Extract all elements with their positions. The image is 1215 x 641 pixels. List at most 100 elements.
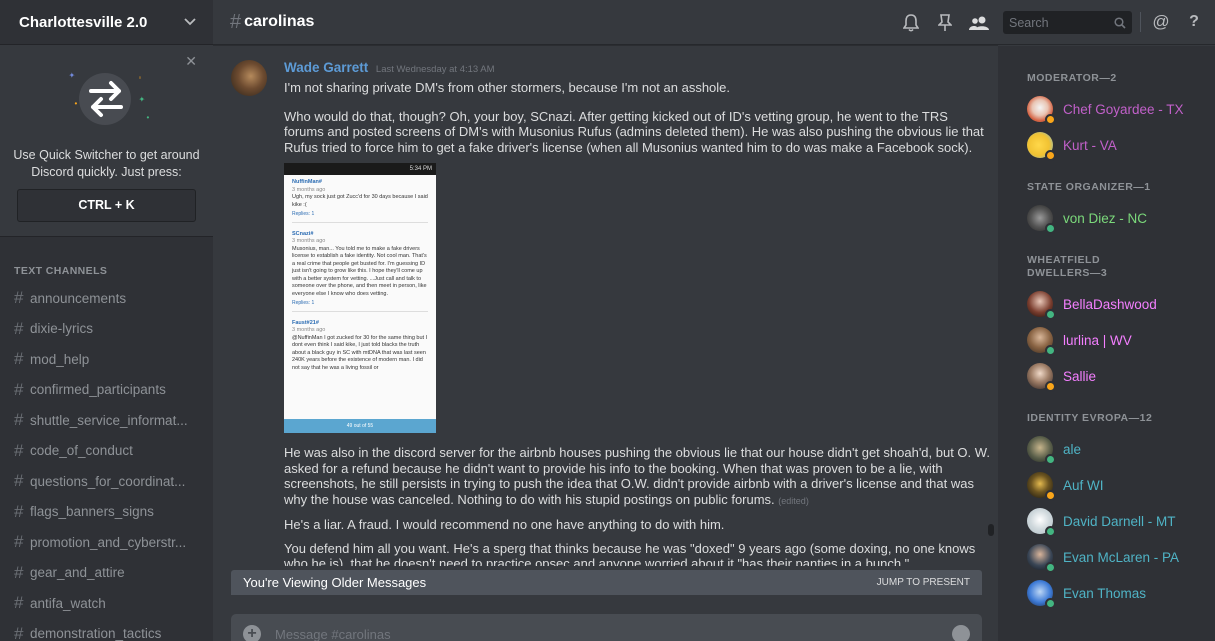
avatar[interactable] [231,60,267,96]
hash-icon: # [14,501,24,521]
role-header-identity-evropa: IDENTITY EVROPA—12 [1027,412,1153,424]
hash-icon: # [14,440,24,460]
message-text: He's a liar. A fraud. I would recommend … [284,517,725,532]
member-item[interactable]: ale [998,431,1215,467]
channel-code-of-conduct[interactable]: # code_of_conduct [0,436,213,467]
help-icon[interactable]: ? [1184,12,1204,32]
avatar [1027,508,1056,537]
hash-icon: # [14,471,24,491]
message-text: Who would do that, though? Oh, your boy,… [284,108,984,155]
channel-gear-and-attire[interactable]: # gear_and_attire [0,558,213,589]
discord-app: Charlottesville 2.0 ✕ ✦ ✦ • • ◦ Use Quic… [0,0,1215,641]
message-input[interactable] [275,626,915,641]
message-group: Wade Garrett Last Wednesday at 4:13 AM I… [231,60,991,566]
message-composer: + [231,614,982,641]
member-item[interactable]: lurlina | WV [998,322,1215,358]
member-name: Kurt - VA [1063,137,1117,153]
role-header-wheatfield-dwellers: WHEATFIELD DWELLERS—3 [1027,254,1108,279]
member-name: Chef Goyardee - TX [1063,101,1184,117]
channel-label: questions_for_coordinat... [30,473,186,489]
channel-promotion[interactable]: # promotion_and_cyberstr... [0,527,213,558]
member-item[interactable]: Sallie [998,358,1215,394]
hash-icon: # [230,10,242,33]
upload-plus-icon[interactable]: + [243,625,261,641]
hash-icon: # [14,593,24,613]
channel-questions[interactable]: # questions_for_coordinat... [0,466,213,497]
member-item[interactable]: Chef Goyardee - TX [998,91,1215,127]
avatar [1027,132,1056,161]
hash-icon: # [14,379,24,399]
channel-label: antifa_watch [30,595,106,611]
member-name: lurlina | WV [1063,332,1132,348]
status-indicator [1045,598,1056,609]
scrollbar-thumb[interactable] [988,524,994,536]
member-list[interactable]: MODERATOR—2 Chef Goyardee - TX Kurt - VA… [998,46,1215,641]
status-indicator [1045,490,1056,501]
status-indicator [1045,381,1056,392]
jump-to-present-button[interactable]: JUMP TO PRESENT [877,577,970,588]
pin-icon[interactable] [935,13,955,33]
emoji-icon[interactable] [952,625,970,641]
channel-demonstration-tactics[interactable]: # demonstration_tactics [0,619,213,641]
attachment-footer: 49 out of 55 [284,419,436,433]
role-header-moderator: MODERATOR—2 [1027,72,1117,84]
hash-icon: # [14,349,24,369]
text-channels-header[interactable]: TEXT CHANNELS [0,237,213,283]
channel-label: confirmed_participants [30,382,166,398]
hash-icon: # [14,623,24,641]
channel-flags-banners-signs[interactable]: # flags_banners_signs [0,497,213,528]
channel-label: code_of_conduct [30,443,133,459]
member-name: BellaDashwood [1063,296,1157,312]
search-icon [1114,16,1126,29]
guild-header[interactable]: Charlottesville 2.0 [0,0,213,45]
avatar [1027,363,1056,392]
channel-label: shuttle_service_informat... [30,412,188,428]
member-list-icon[interactable] [969,13,989,33]
channel-label: announcements [30,290,127,306]
member-name: ale [1063,441,1082,457]
chevron-down-icon[interactable] [183,15,197,29]
member-item[interactable]: Auf WI [998,467,1215,503]
role-header-state-organizer: STATE ORGANIZER—1 [1027,181,1151,193]
search-box[interactable] [1003,11,1132,34]
toolbar-divider [1140,12,1141,32]
channel-announcements[interactable]: # announcements [0,283,213,314]
channel-header: # carolinas [213,0,998,45]
status-indicator [1045,526,1056,537]
quick-switcher-shortcut[interactable]: CTRL + K [17,189,196,222]
avatar [1027,291,1056,320]
message-list[interactable]: Wade Garrett Last Wednesday at 4:13 AM I… [213,46,998,566]
avatar [1027,436,1056,465]
member-item[interactable]: Kurt - VA [998,127,1215,163]
search-input[interactable] [1009,15,1109,30]
member-item[interactable]: von Diez - NC [998,200,1215,236]
message-timestamp: Last Wednesday at 4:13 AM [375,64,495,75]
older-messages-bar: You're Viewing Older Messages JUMP TO PR… [231,570,982,595]
older-messages-label: You're Viewing Older Messages [243,575,427,590]
avatar [1027,205,1056,234]
member-item[interactable]: Evan McLaren - PA [998,539,1215,575]
member-item[interactable]: David Darnell - MT [998,503,1215,539]
close-icon[interactable]: ✕ [185,53,197,70]
channel-sidebar: Charlottesville 2.0 ✕ ✦ ✦ • • ◦ Use Quic… [0,0,213,641]
mentions-icon[interactable]: @ [1151,12,1171,32]
message-author[interactable]: Wade Garrett [284,60,368,75]
hash-icon: # [14,410,24,430]
channel-confirmed-participants[interactable]: # confirmed_participants [0,375,213,406]
status-indicator [1045,562,1056,573]
quick-switcher-description: Use Quick Switcher to get around Discord… [13,148,200,179]
channel-shuttle-service[interactable]: # shuttle_service_informat... [0,405,213,436]
avatar [1027,580,1056,609]
channel-antifa-watch[interactable]: # antifa_watch [0,588,213,619]
channel-mod-help[interactable]: # mod_help [0,344,213,375]
member-name: Sallie [1063,368,1097,384]
status-indicator [1045,309,1056,320]
member-item[interactable]: Evan Thomas [998,575,1215,611]
bell-icon[interactable] [901,13,921,33]
member-item[interactable]: BellaDashwood [998,286,1215,322]
channel-dixie-lyrics[interactable]: # dixie-lyrics [0,314,213,345]
avatar [1027,544,1056,573]
member-name: David Darnell - MT [1063,513,1176,529]
hash-icon: # [14,288,24,308]
image-attachment[interactable]: 5:34 PM NuffinMan# 3 months ago Ugh, my … [284,163,436,433]
